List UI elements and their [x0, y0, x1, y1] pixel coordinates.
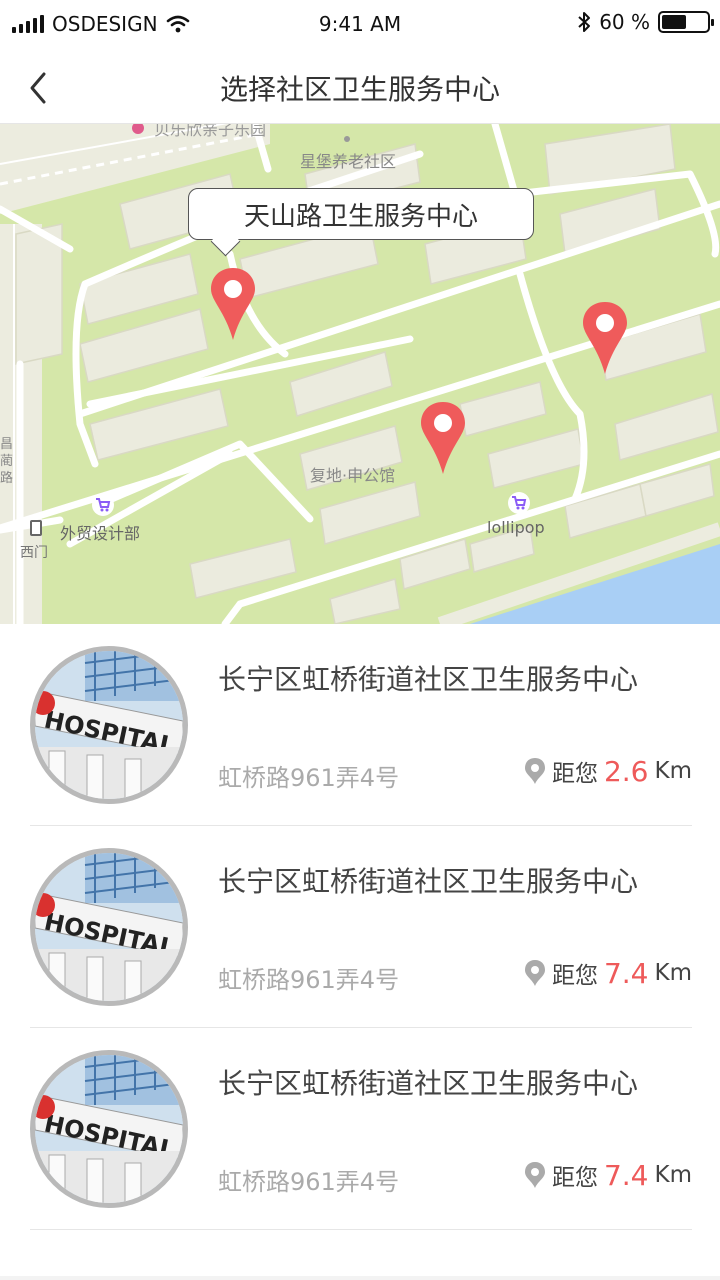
- page-title: 选择社区卫生服务中心: [219, 73, 500, 106]
- distance-value: 2.6: [603, 754, 649, 788]
- hospital-avatar: HOSPITAL: [30, 646, 188, 804]
- location-pin-icon: [524, 1162, 545, 1188]
- map-label-elderly: 星堡养老社区: [300, 152, 397, 171]
- poi-park-icon: [132, 124, 144, 134]
- location-pin-icon: [524, 758, 545, 784]
- map-pin[interactable]: [420, 400, 466, 476]
- distance-label: 距您: [551, 963, 598, 989]
- map-label-park: 贝乐欣亲子乐园: [154, 124, 267, 139]
- location-pin-icon: [524, 960, 545, 986]
- shopping-cart-icon: [92, 494, 114, 516]
- map-pin[interactable]: [582, 300, 628, 376]
- distance-info: 距您 2.6 Km: [524, 754, 692, 788]
- map-label-trade: 外贸设计部: [60, 524, 141, 543]
- location-pin-icon: [211, 268, 255, 340]
- map-label-west-gate: 西门: [20, 545, 48, 561]
- list-item[interactable]: HOSPITAL 长宁区虹桥街道社区卫生服务中心 虹桥路961弄4号 距您 7.…: [0, 1028, 720, 1230]
- center-list: HOSPITAL 长宁区虹桥街道社区卫生服务中心 虹桥路961弄4号 距您 2.…: [0, 624, 720, 1276]
- map-label-residence: 复地·申公馆: [310, 466, 396, 485]
- hospital-avatar: HOSPITAL: [30, 848, 188, 1006]
- battery-percent: 60 %: [599, 10, 650, 34]
- hospital-avatar: HOSPITAL: [30, 1050, 188, 1208]
- distance-unit: Km: [654, 960, 693, 986]
- location-pin-icon: [421, 402, 465, 474]
- map-label-lollipop: lollipop: [487, 518, 545, 537]
- map-callout[interactable]: 天山路卫生服务中心: [188, 188, 534, 240]
- divider: [30, 1229, 692, 1230]
- back-button[interactable]: [18, 62, 62, 110]
- map-label-road: 昌蔺路: [0, 437, 14, 486]
- center-name: 长宁区虹桥街道社区卫生服务中心: [218, 1067, 639, 1100]
- center-name: 长宁区虹桥街道社区卫生服务中心: [218, 663, 639, 696]
- chevron-left-icon: [30, 72, 46, 104]
- bluetooth-icon: [578, 12, 591, 32]
- list-item[interactable]: HOSPITAL 长宁区虹桥街道社区卫生服务中心 虹桥路961弄4号 距您 2.…: [0, 624, 720, 826]
- location-pin-icon: [583, 302, 627, 374]
- distance-unit: Km: [654, 1162, 693, 1188]
- battery-icon: [658, 11, 714, 33]
- center-name: 长宁区虹桥街道社区卫生服务中心: [218, 865, 639, 898]
- door-icon: [30, 520, 42, 536]
- nav-bar: 选择社区卫生服务中心: [0, 48, 720, 124]
- center-address: 虹桥路961弄4号: [218, 1168, 400, 1196]
- distance-value: 7.4: [603, 956, 649, 990]
- map-view[interactable]: 贝乐欣亲子乐园 星堡养老社区 复地·申公馆 lollipop 外贸设计部 西门 …: [0, 124, 720, 624]
- shopping-cart-icon: [508, 492, 530, 514]
- distance-info: 距您 7.4 Km: [524, 1158, 692, 1192]
- distance-unit: Km: [654, 758, 693, 784]
- list-item[interactable]: HOSPITAL 长宁区虹桥街道社区卫生服务中心 虹桥路961弄4号 距您 7.…: [0, 826, 720, 1028]
- distance-value: 7.4: [603, 1158, 649, 1192]
- status-bar: OSDESIGN 9:41 AM 60 %: [0, 0, 720, 48]
- map-pin-selected[interactable]: [210, 266, 256, 342]
- center-address: 虹桥路961弄4号: [218, 764, 400, 792]
- distance-info: 距您 7.4 Km: [524, 956, 692, 990]
- distance-label: 距您: [551, 1165, 598, 1191]
- distance-label: 距您: [551, 761, 598, 787]
- center-address: 虹桥路961弄4号: [218, 966, 400, 994]
